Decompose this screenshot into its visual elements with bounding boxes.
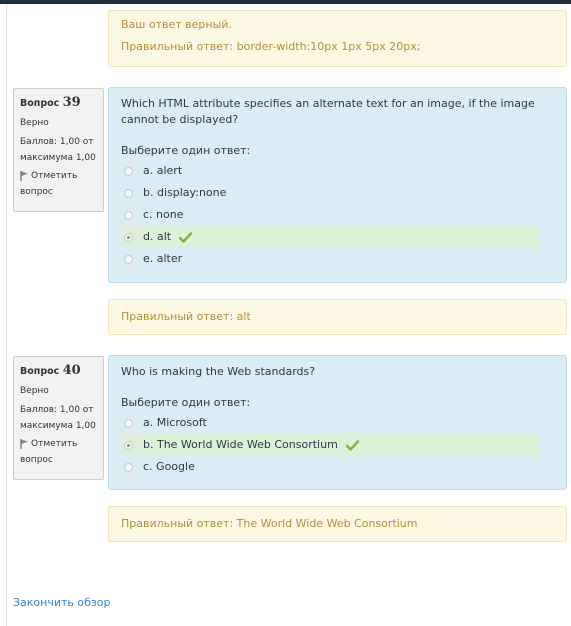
question-info-40: Вопрос 40 Верно Баллов: 1,00 от максимум…: [13, 356, 104, 480]
question-feedback-39: Правильный ответ: alt: [108, 299, 567, 335]
question-number: Вопрос 39: [20, 95, 81, 110]
question-state: Верно: [20, 386, 49, 396]
question-number: Вопрос 40: [20, 363, 81, 378]
answer-option[interactable]: c. none: [121, 204, 539, 226]
answer-option-label: c. none: [143, 208, 184, 221]
radio-button[interactable]: [124, 462, 133, 472]
answer-prompt: Выберите один ответ:: [121, 396, 251, 409]
right-answer: Правильный ответ: border-width:10px 1px …: [121, 40, 421, 53]
answer-option[interactable]: d. alt: [121, 226, 539, 248]
question-number-value: 40: [62, 363, 81, 378]
answer-option-label: a. alert: [143, 164, 183, 177]
answer-option[interactable]: b. The World Wide Web Consortium: [121, 434, 539, 456]
answer-option[interactable]: e. alter: [121, 248, 539, 270]
correct-message: Ваш ответ верный.: [121, 18, 232, 31]
answer-option-label: b. display:none: [143, 186, 227, 199]
answer-option[interactable]: a. Microsoft: [121, 412, 539, 434]
radio-button[interactable]: [124, 188, 133, 198]
question-info-39: Вопрос 39 Верно Баллов: 1,00 от максимум…: [13, 88, 104, 212]
question-content-40: Who is making the Web standards? Выберит…: [108, 355, 567, 490]
previous-feedback: Ваш ответ верный. Правильный ответ: bord…: [108, 10, 567, 67]
answer-option-label: d. alt: [143, 230, 172, 243]
top-bar: [0, 0, 571, 4]
radio-button[interactable]: [124, 166, 133, 176]
radio-button[interactable]: [124, 210, 133, 220]
checkmark-icon: [179, 231, 193, 243]
answer-option[interactable]: c. Google: [121, 456, 539, 478]
left-divider: [6, 4, 7, 626]
answer-option-label: a. Microsoft: [143, 416, 207, 429]
right-answer: Правильный ответ: alt: [121, 310, 251, 323]
flag-icon: [20, 438, 28, 449]
question-feedback-40: Правильный ответ: The World Wide Web Con…: [108, 506, 567, 542]
question-content-39: Which HTML attribute specifies an altern…: [108, 87, 567, 283]
radio-button[interactable]: [124, 440, 133, 450]
radio-button[interactable]: [124, 232, 133, 242]
answer-option-label: e. alter: [143, 252, 183, 265]
answer-option[interactable]: b. display:none: [121, 182, 539, 204]
answer-list: a. alert b. display:none c. none d. alt e. a…: [121, 160, 554, 270]
answer-prompt: Выберите один ответ:: [121, 144, 251, 157]
flag-question-button[interactable]: Отметить вопрос: [20, 168, 97, 200]
answer-option-label: c. Google: [143, 460, 195, 473]
answer-option[interactable]: a. alert: [121, 160, 539, 182]
right-answer: Правильный ответ: The World Wide Web Con…: [121, 517, 418, 530]
question-grade: Баллов: 1,00 от максимума 1,00: [20, 405, 96, 431]
question-grade: Баллов: 1,00 от максимума 1,00: [20, 137, 96, 163]
radio-button[interactable]: [124, 254, 133, 264]
flag-icon: [20, 170, 28, 181]
question-number-value: 39: [62, 95, 81, 110]
answer-option-label: b. The World Wide Web Consortium: [143, 438, 338, 451]
question-text: Who is making the Web standards?: [121, 365, 316, 378]
flag-question-button[interactable]: Отметить вопрос: [20, 436, 97, 468]
checkmark-icon: [345, 439, 359, 451]
finish-review-link[interactable]: Закончить обзор: [13, 596, 110, 609]
question-text: Which HTML attribute specifies an altern…: [121, 97, 535, 126]
radio-button[interactable]: [124, 418, 133, 428]
question-state: Верно: [20, 118, 49, 128]
answer-list: a. Microsoft b. The World Wide Web Consor…: [121, 412, 554, 478]
